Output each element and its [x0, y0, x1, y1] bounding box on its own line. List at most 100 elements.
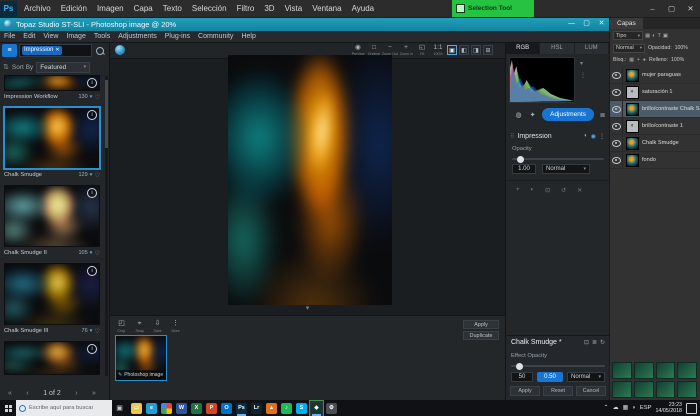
show-hidden-icons[interactable]: ⌃: [604, 400, 609, 416]
effect-footer-button[interactable]: Apply: [510, 386, 540, 396]
hamburger-menu-icon[interactable]: ≡: [2, 44, 17, 57]
last-page-button[interactable]: »: [92, 390, 96, 397]
layer-visibility-toggle[interactable]: [610, 118, 623, 134]
filmstrip-action-button[interactable]: Apply: [463, 320, 499, 329]
blend-mode-dropdown[interactable]: Normal▾: [613, 44, 645, 53]
taskbar-app-button[interactable]: Ps: [235, 401, 248, 416]
edit-pencil-icon[interactable]: ✎: [118, 372, 122, 378]
drag-handle-icon[interactable]: ⠿: [510, 133, 514, 140]
opacity-slider[interactable]: [512, 158, 604, 160]
taskbar-app-button[interactable]: [160, 401, 173, 416]
menu-item[interactable]: Selección: [187, 0, 232, 17]
minimize-button[interactable]: —: [564, 17, 579, 31]
info-icon[interactable]: i: [87, 188, 97, 198]
clock[interactable]: 23:23 14/05/2018: [655, 402, 682, 414]
layer-visibility-toggle[interactable]: [610, 135, 623, 151]
layer-thumbnail[interactable]: [626, 137, 639, 150]
view-mode-button[interactable]: ⊞: [483, 45, 493, 55]
filmstrip-tool-button[interactable]: ◰ Crop: [114, 318, 129, 334]
shape-filter-icon[interactable]: ▣: [663, 33, 668, 39]
search-tag[interactable]: Impression ✕: [22, 46, 62, 55]
thumbs-up-icon[interactable]: ♥: [90, 328, 93, 334]
favorite-heart-icon[interactable]: ♡: [95, 94, 100, 101]
language-indicator[interactable]: ESP: [640, 405, 652, 411]
minimize-button[interactable]: –: [643, 0, 662, 17]
preset-thumbnail[interactable]: i: [4, 185, 100, 247]
filmstrip-tool-button[interactable]: ⋮ More: [168, 318, 183, 334]
add-icon[interactable]: +: [516, 187, 520, 194]
layer-name[interactable]: brillo/contraste 1: [642, 123, 700, 129]
list-icon[interactable]: ≣: [592, 339, 597, 346]
toolbar-button[interactable]: ◱ Fit: [414, 43, 430, 57]
layer-name[interactable]: fondo: [642, 157, 700, 163]
presets-scrollbar[interactable]: [105, 76, 108, 376]
close-button[interactable]: ✕: [681, 0, 700, 17]
visibility-toggle-icon[interactable]: ◉: [591, 133, 596, 140]
effect-footer-button[interactable]: Cancel: [576, 386, 606, 396]
volume-icon[interactable]: ◗: [632, 400, 636, 416]
layer-visibility-toggle[interactable]: [610, 67, 623, 83]
preset-card[interactable]: i Chalk Smudge 129 ♥ ♡: [4, 107, 100, 181]
opacity-value[interactable]: 1.00: [512, 164, 536, 174]
menu-item[interactable]: Community: [194, 33, 237, 40]
thumbs-up-icon[interactable]: ♥: [90, 94, 93, 100]
network-icon[interactable]: ▦: [623, 400, 629, 416]
type-filter-icon[interactable]: T: [658, 33, 661, 39]
menu-item[interactable]: 3D: [259, 0, 279, 17]
layer-row[interactable]: mujer paraguas: [610, 67, 700, 84]
preset-thumbnail[interactable]: i: [4, 263, 100, 325]
more-options-icon[interactable]: ⋮: [580, 72, 586, 79]
menu-item[interactable]: Edición: [56, 0, 92, 17]
toolbar-button[interactable]: 1:1 100%: [430, 43, 446, 57]
toolbar-button[interactable]: + Zoom In: [398, 43, 414, 57]
action-center-icon[interactable]: [686, 403, 697, 414]
layer-thumbnail[interactable]: [626, 154, 639, 167]
menu-item[interactable]: Texto: [158, 0, 187, 17]
adjustment-filter-icon[interactable]: ◐: [652, 33, 655, 39]
filmstrip-tool-button[interactable]: ⌖ Snap: [132, 318, 147, 334]
view-mode-button[interactable]: ◧: [459, 45, 469, 55]
menu-icon[interactable]: ⋮: [599, 133, 605, 140]
menu-item[interactable]: Imagen: [92, 0, 129, 17]
layer-row[interactable]: brillo/contraste 1: [610, 118, 700, 135]
menu-item[interactable]: Vista: [280, 0, 308, 17]
preset-thumbnail[interactable]: i: [4, 341, 100, 375]
menu-item[interactable]: Ventana: [307, 0, 346, 17]
lock-all-icon[interactable]: ●: [643, 57, 646, 63]
menu-item[interactable]: Help: [237, 33, 259, 40]
layer-thumbnail[interactable]: [626, 86, 639, 99]
effect-opacity-slider[interactable]: [511, 365, 605, 367]
taskbar-app-button[interactable]: S: [295, 401, 308, 416]
taskbar-app-button[interactable]: ⚙: [325, 401, 338, 416]
filmstrip-expand-chevron-icon[interactable]: ▾: [110, 305, 505, 313]
onedrive-icon[interactable]: ☁: [613, 400, 619, 416]
view-mode-button[interactable]: ◨: [471, 45, 481, 55]
edit-sliders-icon[interactable]: ✦: [526, 108, 539, 121]
preset-thumbnail[interactable]: i: [4, 75, 100, 91]
taskbar-app-button[interactable]: W: [175, 401, 188, 416]
layer-visibility-toggle[interactable]: [610, 101, 623, 117]
adjustments-button[interactable]: Adjustments: [542, 108, 594, 121]
filter-type-dropdown[interactable]: Tipo▾: [613, 31, 643, 40]
histogram-tab[interactable]: LUM: [575, 42, 609, 54]
layer-thumbnail[interactable]: [626, 69, 639, 82]
menu-item[interactable]: Plug-ins: [161, 33, 194, 40]
maximize-button[interactable]: ▢: [662, 0, 681, 17]
mask-icon[interactable]: ◐: [584, 133, 588, 139]
sort-dropdown[interactable]: Featured▾: [36, 62, 90, 73]
taskbar-app-button[interactable]: P: [205, 401, 218, 416]
slider-knob[interactable]: [517, 156, 524, 163]
favorite-heart-icon[interactable]: ♡: [95, 172, 100, 179]
taskbar-app-button[interactable]: ▲: [265, 401, 278, 416]
view-mode-button[interactable]: ▣: [447, 45, 457, 55]
layer-thumbnail[interactable]: [626, 103, 639, 116]
delete-icon[interactable]: ✕: [577, 187, 582, 194]
close-button[interactable]: ✕: [594, 17, 609, 31]
layer-name[interactable]: saturación 1: [642, 89, 700, 95]
taskbar-app-button[interactable]: O: [220, 401, 233, 416]
info-icon[interactable]: i: [87, 110, 97, 120]
taskbar-app-button[interactable]: ♪: [280, 401, 293, 416]
thumbs-up-icon[interactable]: ♥: [90, 250, 93, 256]
capture-notification[interactable]: Selection Tool: [452, 0, 534, 17]
next-page-button[interactable]: ›: [75, 390, 77, 397]
